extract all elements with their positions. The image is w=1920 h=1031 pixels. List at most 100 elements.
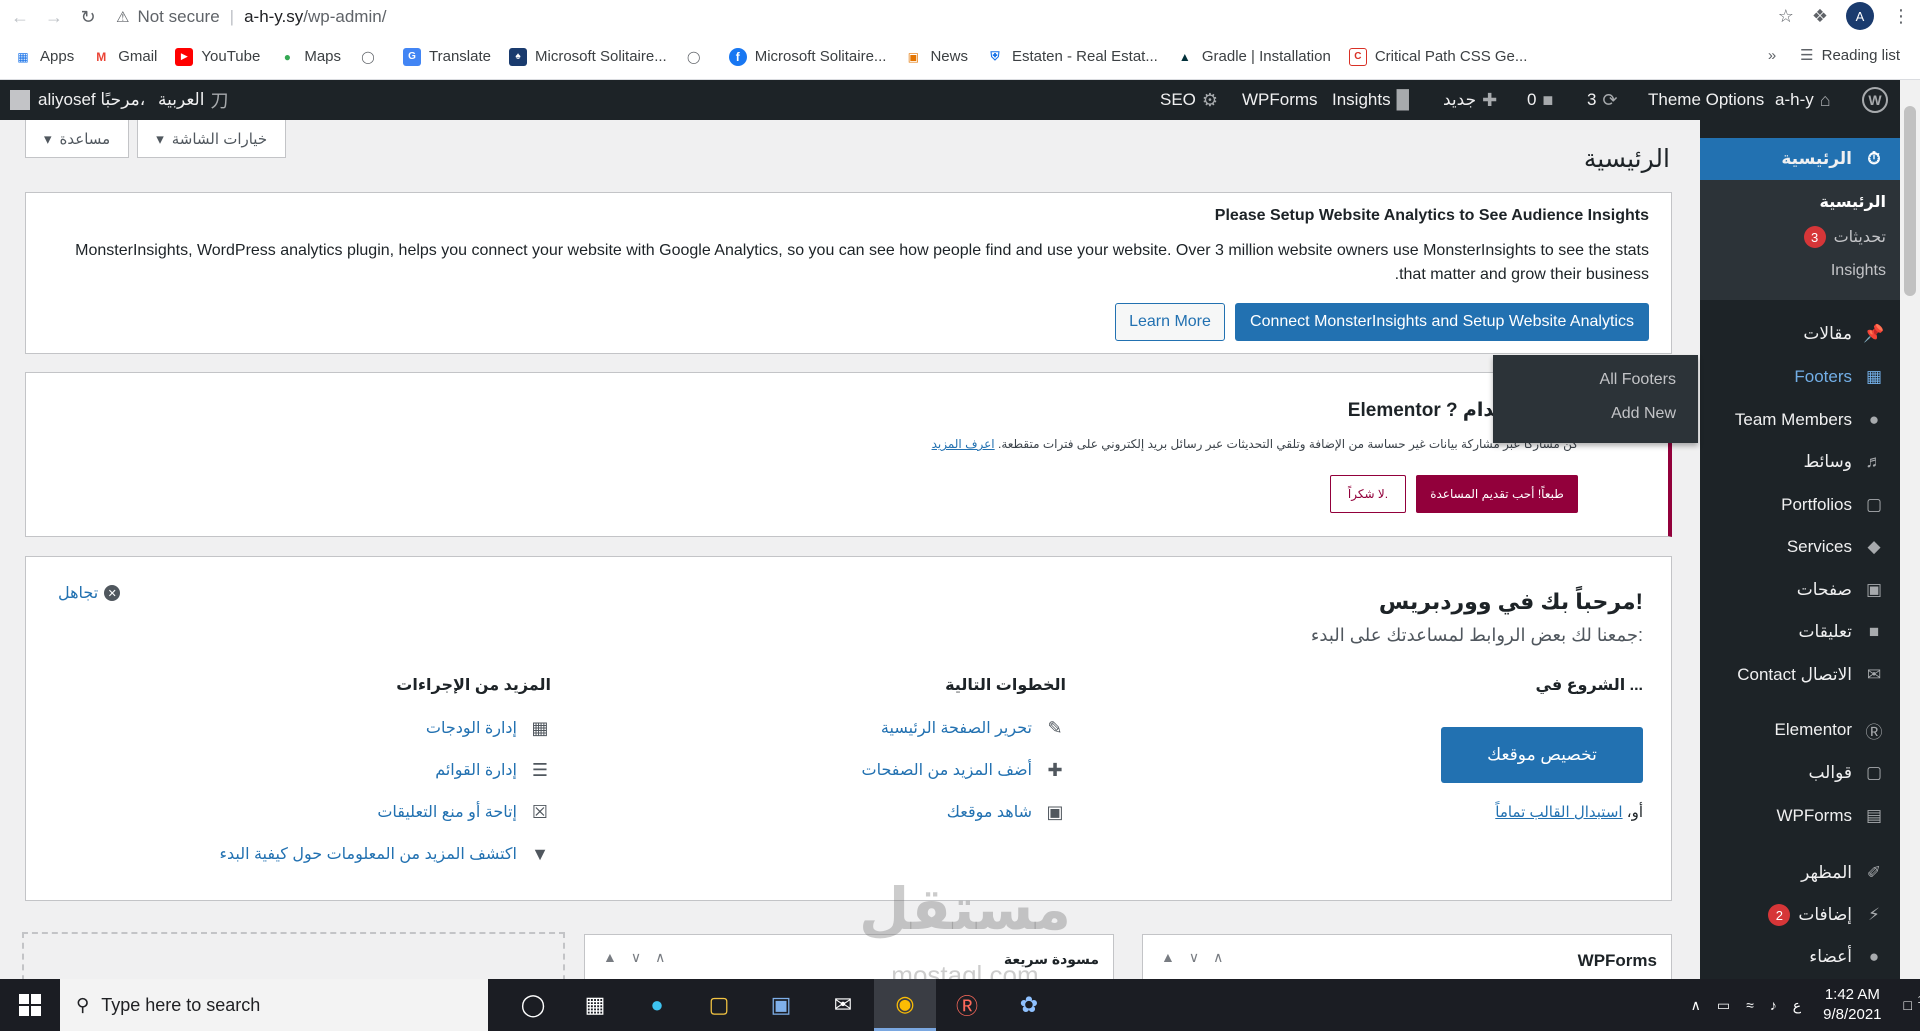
- mail-icon[interactable]: ✉: [812, 979, 874, 1031]
- welcome-dismiss-link[interactable]: تجاهل ✕: [58, 583, 121, 603]
- new-content-menu[interactable]: جديد ✚: [1443, 80, 1503, 120]
- sidebar-item-elementor[interactable]: Elementor Ⓡ: [1700, 710, 1886, 750]
- edit-front-page-link[interactable]: تحرير الصفحة الرئيسية ✎: [881, 717, 1066, 739]
- address-bar[interactable]: ⚠ Not secure | a-h-y.sy/wp-admin/: [116, 7, 386, 27]
- sidebar-item-footers[interactable]: Footers ▦: [1700, 357, 1886, 397]
- notifications-icon[interactable]: □1: [1904, 995, 1920, 1013]
- sidebar-sub-home[interactable]: الرئيسية: [1820, 192, 1887, 212]
- bookmark-solitaire-2[interactable]: f Microsoft Solitaire...: [728, 47, 886, 66]
- page-scrollbar[interactable]: [1900, 80, 1920, 979]
- wpforms-menu[interactable]: WPForms: [1242, 80, 1318, 120]
- bookmark-solitaire-1[interactable]: ♠ Microsoft Solitaire...: [509, 47, 667, 66]
- flyout-add-new[interactable]: Add New: [1611, 405, 1676, 423]
- user-account-menu[interactable]: aliyosef مرحبًا،: [10, 80, 145, 120]
- updates-menu[interactable]: 3 ⟳: [1587, 80, 1624, 120]
- widget-move-arrows[interactable]: ▲∨∧: [603, 949, 679, 966]
- bookmark-translate[interactable]: G Translate: [403, 47, 491, 66]
- bookmark-gmail[interactable]: M Gmail: [92, 48, 157, 66]
- elementor-opt-in-button[interactable]: طبعاً! أحب تقديم المساعدة: [1416, 475, 1578, 513]
- extensions-icon[interactable]: ❖: [1812, 6, 1828, 27]
- scrollbar-thumb[interactable]: [1904, 106, 1916, 296]
- sidebar-sub-updates[interactable]: 3 تحديثات: [1796, 226, 1886, 248]
- bookmark-news[interactable]: ▣ News: [904, 48, 968, 66]
- taskbar-search[interactable]: ⚲ Type here to search: [60, 979, 488, 1031]
- sidebar-item-appearance[interactable]: المظهر ✐: [1700, 853, 1886, 893]
- sidebar-item-portfolios[interactable]: Portfolios ▢: [1700, 485, 1886, 525]
- volume-icon[interactable]: ♪: [1770, 997, 1777, 1013]
- bookmark-estaten[interactable]: ⛨ Estaten - Real Estat...: [986, 48, 1157, 66]
- bookmark-critical-css[interactable]: C Critical Path CSS Ge...: [1348, 47, 1527, 66]
- sidebar-item-pages[interactable]: صفحات ▣: [1700, 570, 1886, 610]
- sidebar-item-services[interactable]: Services ◆: [1700, 527, 1886, 567]
- reload-icon[interactable]: ↻: [74, 3, 102, 31]
- chevron-up-icon[interactable]: ∧: [1213, 949, 1237, 965]
- bookmark-gradle[interactable]: ▲ Gradle | Installation: [1176, 48, 1331, 66]
- customize-site-button[interactable]: تخصيص موقعك: [1441, 727, 1643, 783]
- insights-menu[interactable]: Insights ▉: [1332, 80, 1416, 120]
- view-site-link[interactable]: شاهد موقعك ▣: [947, 801, 1066, 823]
- bookmark-globe-2[interactable]: ◯: [685, 48, 711, 66]
- help-tab-button[interactable]: ▾ مساعدة: [25, 120, 130, 158]
- battery-icon[interactable]: ▭: [1717, 997, 1730, 1014]
- bookmark-globe-1[interactable]: ◯: [359, 48, 385, 66]
- task-view-icon[interactable]: ▦: [564, 979, 626, 1031]
- learn-more-button[interactable]: Learn More: [1115, 303, 1225, 341]
- replace-theme-link[interactable]: استبدال القالب تماماً: [1495, 804, 1622, 821]
- learn-more-getting-started-link[interactable]: اكتشف المزيد من المعلومات حول كيفية البد…: [219, 843, 551, 865]
- chevron-down-icon[interactable]: ∨: [631, 949, 655, 965]
- bookmark-youtube[interactable]: ▶ YouTube: [175, 47, 260, 66]
- app-icon[interactable]: ✿: [998, 979, 1060, 1031]
- widget-move-arrows[interactable]: ▲∨∧: [1161, 949, 1237, 966]
- sidebar-item-team-members[interactable]: Team Members ●: [1700, 400, 1886, 440]
- chevron-up-icon[interactable]: ∧: [655, 949, 679, 965]
- star-icon[interactable]: ☆: [1778, 6, 1794, 27]
- screen-options-tab-button[interactable]: ▾ خيارات الشاشة: [137, 120, 287, 158]
- cortana-icon[interactable]: ◯: [502, 979, 564, 1031]
- chevron-down-icon[interactable]: ∨: [1189, 949, 1213, 965]
- sidebar-sub-insights[interactable]: Insights: [1831, 262, 1886, 280]
- sidebar-item-templates[interactable]: قوالب ▢: [1700, 753, 1886, 793]
- bookmark-maps[interactable]: ● Maps: [278, 48, 341, 66]
- wifi-icon[interactable]: ≈: [1746, 997, 1754, 1013]
- sidebar-item-plugins[interactable]: 2 إضافات ⚡: [1700, 895, 1886, 935]
- elementor-learn-more-link[interactable]: اعرف المزيد: [932, 437, 995, 451]
- manage-widgets-link[interactable]: إدارة الودجات ▦: [426, 717, 551, 739]
- flyout-all-footers[interactable]: All Footers: [1600, 371, 1676, 389]
- seo-menu[interactable]: SEO ⚙: [1160, 80, 1224, 120]
- site-name-menu[interactable]: a-h-y ⌂: [1775, 80, 1837, 120]
- chevron-up-icon[interactable]: ▲: [603, 949, 631, 965]
- bookmarks-more-button[interactable]: »: [1768, 47, 1776, 64]
- comments-menu[interactable]: 0 ■: [1527, 80, 1559, 120]
- chrome-icon[interactable]: ◉: [874, 979, 936, 1031]
- taskbar-clock[interactable]: 1:42 AM 9/8/2021: [1823, 985, 1881, 1025]
- forward-icon[interactable]: →: [40, 3, 68, 31]
- postman-icon[interactable]: Ⓡ: [936, 979, 998, 1031]
- theme-options-menu[interactable]: Theme Options: [1648, 80, 1764, 120]
- toggle-comments-link[interactable]: إتاحة أو منع التعليقات ☒: [377, 801, 551, 823]
- edge-icon[interactable]: ●: [626, 979, 688, 1031]
- input-language[interactable]: ع: [1793, 997, 1801, 1014]
- add-pages-link[interactable]: أضف المزيد من الصفحات ✚: [862, 759, 1066, 781]
- sidebar-item-wpforms[interactable]: WPForms ▤: [1700, 796, 1886, 836]
- store-icon[interactable]: ▣: [750, 979, 812, 1031]
- sidebar-item-contact[interactable]: Contact الاتصال ✉: [1700, 655, 1886, 695]
- sidebar-item-dashboard[interactable]: الرئيسية ⏱: [1700, 139, 1886, 179]
- chevron-up-icon[interactable]: ∧: [1691, 997, 1701, 1014]
- file-explorer-icon[interactable]: ▢: [688, 979, 750, 1031]
- sidebar-item-media[interactable]: وسائط ♬: [1700, 442, 1886, 482]
- menu-dots-icon[interactable]: ⋮: [1892, 6, 1910, 27]
- profile-avatar[interactable]: A: [1846, 2, 1874, 30]
- bookmark-apps[interactable]: ▦ Apps: [14, 48, 74, 66]
- language-switcher[interactable]: العربية 刀: [158, 80, 234, 120]
- wordpress-logo-icon[interactable]: W: [1862, 80, 1888, 120]
- elementor-decline-button[interactable]: لا شكراً.: [1330, 475, 1406, 513]
- reading-list-button[interactable]: Reading list: [1822, 47, 1900, 64]
- manage-menus-link[interactable]: إدارة القوائم ☰: [435, 759, 551, 781]
- chevron-up-icon[interactable]: ▲: [1161, 949, 1189, 965]
- sidebar-item-posts[interactable]: مقالات 📌: [1700, 314, 1886, 354]
- sidebar-item-users[interactable]: أعضاء ●: [1700, 937, 1886, 977]
- sidebar-item-comments[interactable]: تعليقات ■: [1700, 612, 1886, 652]
- start-button[interactable]: [0, 979, 60, 1031]
- connect-monsterinsights-button[interactable]: Connect MonsterInsights and Setup Websit…: [1235, 303, 1649, 341]
- back-icon[interactable]: ←: [6, 3, 34, 31]
